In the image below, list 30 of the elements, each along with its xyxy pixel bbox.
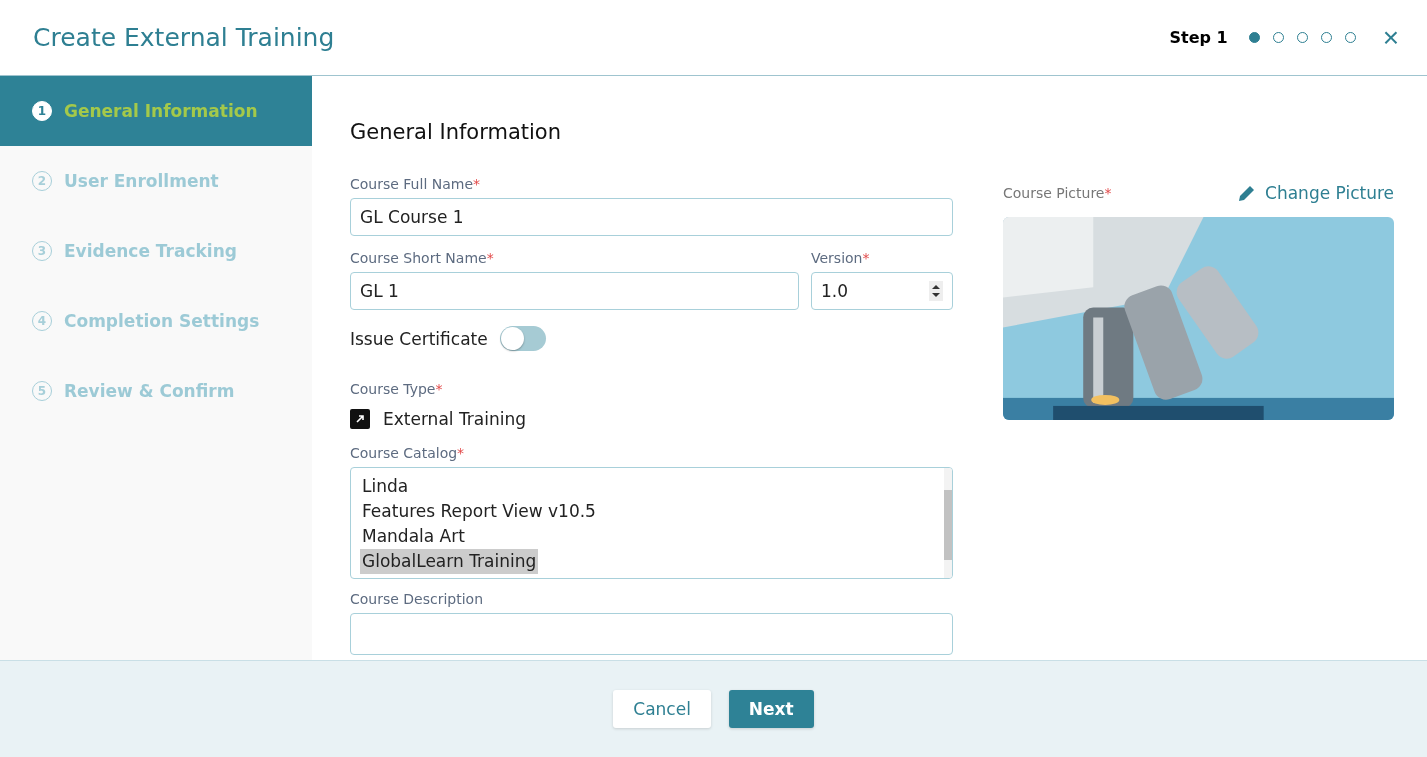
field-label: Course Picture* [1003, 185, 1112, 201]
window-title: Create External Training [33, 23, 335, 52]
change-picture-link[interactable]: Change Picture [1237, 183, 1394, 203]
next-button[interactable]: Next [728, 690, 814, 728]
toggle-label: Issue Certificate [350, 328, 488, 349]
description-field[interactable] [350, 613, 953, 655]
toggle-switch[interactable] [499, 326, 546, 351]
section-heading: General Information [350, 120, 562, 144]
scrollbar[interactable] [944, 468, 952, 578]
field-label: Version* [811, 250, 871, 266]
sidebar-item[interactable]: 1 General Information [0, 76, 312, 146]
field-label: Course Description [350, 591, 485, 607]
input-field[interactable]: GL 1 [350, 272, 799, 310]
close-button[interactable]: × [1378, 23, 1403, 52]
list-option[interactable]: Mandala Art [360, 524, 467, 549]
list-option[interactable]: Linda [360, 474, 411, 499]
catalog-listbox[interactable]: Linda Features Report View v10.5 Mandala Art GlobalLearn Training [350, 467, 953, 579]
field-label: Course Type* [350, 381, 444, 397]
field-label: Course Short Name* [350, 250, 495, 266]
spinner-icon[interactable] [929, 281, 943, 301]
cancel-button[interactable]: Cancel [613, 690, 711, 728]
external-link-icon [350, 409, 370, 429]
number-field[interactable]: 1.0 [811, 272, 953, 310]
field-label: Course Full Name* [350, 176, 482, 192]
course-type-value: External Training [383, 409, 526, 429]
step-label: Step 1 [1169, 28, 1228, 47]
list-option[interactable]: Features Report View v10.5 [360, 499, 598, 524]
input-field[interactable]: GL Course 1 [350, 198, 953, 236]
list-option[interactable]: GlobalLearn Training [360, 549, 539, 574]
field-label: Course Catalog* [350, 445, 466, 461]
